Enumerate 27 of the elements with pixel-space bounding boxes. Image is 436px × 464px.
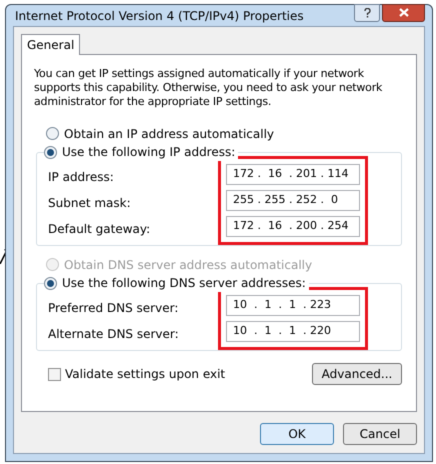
ip-address-field[interactable]: 172 . 16 . 201 . 114 [226, 164, 360, 185]
radio-icon [44, 276, 57, 290]
intro-text: You can get IP settings assigned automatically if your network supports this capability. Otherwise, you need to ask your network administrator for the appropriate IP settings. [34, 67, 384, 109]
close-button[interactable] [382, 4, 425, 22]
radio-icon [46, 127, 59, 140]
ip-address-field[interactable]: 10 . 1 . 1 . 223 [226, 295, 360, 316]
help-icon [364, 8, 370, 18]
dialog-button[interactable]: OK [260, 423, 334, 445]
validate-checkbox[interactable]: Validate settings upon exit [48, 365, 226, 383]
window-title: Internet Protocol Version 4 (TCP/IPv4) Properties [14, 8, 304, 24]
ip-address-field[interactable]: 172 . 16 . 200 . 254 [226, 216, 360, 237]
radio-option[interactable]: Use the following IP address: [44, 143, 238, 161]
dialog-button[interactable]: Cancel [343, 423, 417, 445]
field-label: Alternate DNS server: [48, 326, 180, 342]
ip-address-field[interactable]: 255 . 255 . 252 . 0 [226, 190, 360, 211]
advanced-button[interactable]: Advanced... [312, 363, 402, 385]
field-label: Preferred DNS server: [48, 300, 180, 316]
field-label: Subnet mask: [48, 194, 132, 212]
ip-address-field[interactable]: 10 . 1 . 1 . 220 [226, 321, 360, 342]
radio-icon [44, 146, 57, 158]
radio-icon [46, 258, 59, 271]
help-button[interactable] [354, 4, 380, 22]
tab[interactable]: General [21, 34, 80, 55]
radio-option[interactable]: Use the following DNS server addresses: [44, 274, 309, 292]
close-icon [398, 8, 408, 17]
field-label: IP address: [48, 168, 115, 186]
field-label: Default gateway: [48, 220, 152, 238]
